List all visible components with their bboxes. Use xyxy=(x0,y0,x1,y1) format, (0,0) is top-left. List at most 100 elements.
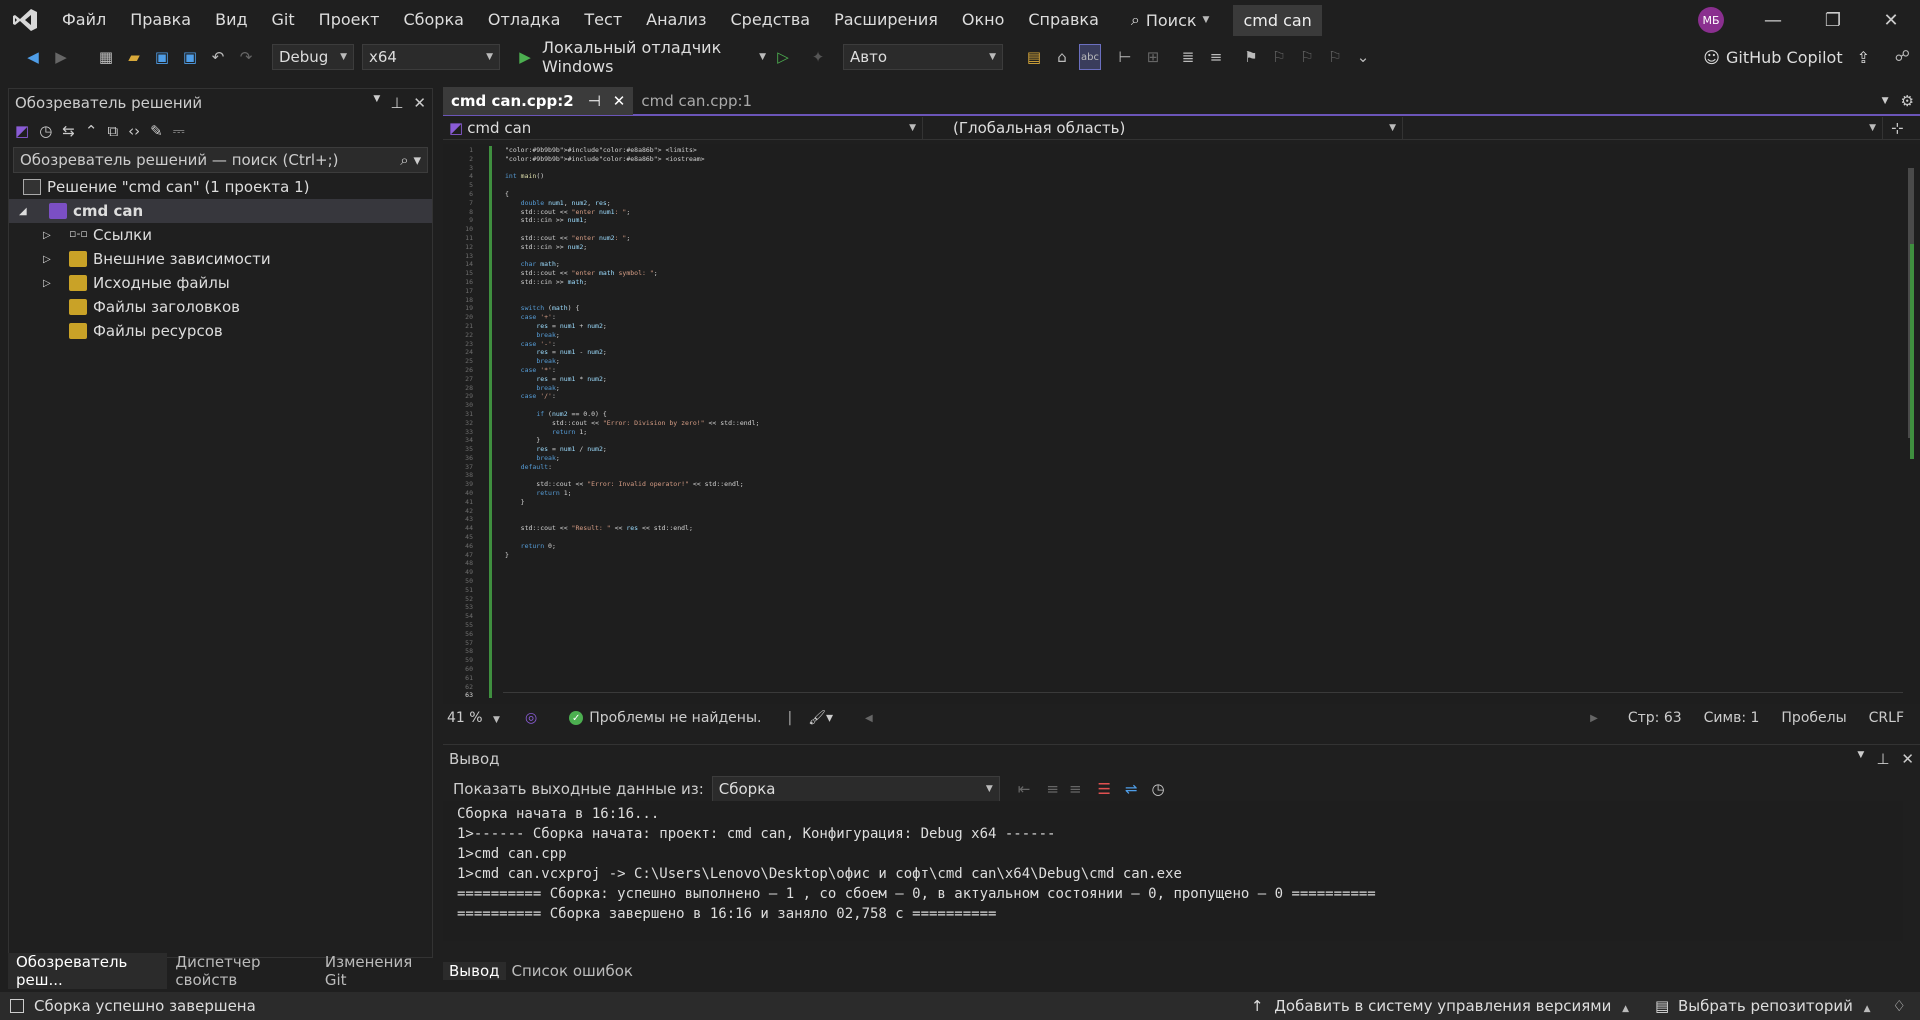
search-button[interactable]: ⌕ Поиск ▼ xyxy=(1119,10,1222,30)
toolbar-overflow-icon[interactable]: ⌄ xyxy=(1352,44,1374,70)
preview-icon[interactable]: ⎓ xyxy=(173,122,185,140)
output-source-select[interactable]: Сборка ▼ xyxy=(711,776,1000,802)
menu-tools[interactable]: Средства xyxy=(718,0,822,40)
vs-switch-views-icon[interactable]: ◩ xyxy=(15,122,29,140)
bookmark-icon[interactable]: ⚑ xyxy=(1240,44,1262,70)
forward-icon[interactable]: ▶ xyxy=(50,44,72,70)
indent-icon[interactable]: ≣ xyxy=(1177,44,1199,70)
tab-cmd-can-cpp-1[interactable]: cmd can.cpp:1 xyxy=(633,87,760,115)
chevron-right-icon[interactable]: ▷ xyxy=(43,230,69,241)
history-icon[interactable]: ◷ xyxy=(39,122,52,140)
tree-item-source-files[interactable]: ▷ Исходные файлы xyxy=(9,271,432,295)
member-nav-dropdown[interactable]: ▼ xyxy=(1403,116,1883,139)
auto-select[interactable]: Авто ▼ xyxy=(843,44,1003,70)
tab-property-manager[interactable]: Диспетчер свойств xyxy=(167,953,317,989)
tree-solution[interactable]: Решение "cmd can" (1 проекта 1) xyxy=(9,175,432,199)
menu-analyze[interactable]: Анализ xyxy=(634,0,718,40)
scroll-right-icon[interactable]: ▶ xyxy=(1590,713,1598,724)
platform-select[interactable]: x64 ▼ xyxy=(362,44,500,70)
menu-view[interactable]: Вид xyxy=(203,0,259,40)
tree-item-header-files[interactable]: Файлы заголовков xyxy=(9,295,432,319)
build-icon[interactable]: ⌂ xyxy=(1051,44,1073,70)
tree-item-resource-files[interactable]: Файлы ресурсов xyxy=(9,319,432,343)
format-icon[interactable]: ⊢ xyxy=(1114,44,1136,70)
settings-icon[interactable]: ⚙ xyxy=(1901,92,1914,110)
redo-icon[interactable]: ↷ xyxy=(235,44,257,70)
save-icon[interactable]: ▣ xyxy=(151,44,173,70)
clear-all-icon[interactable]: ☰ xyxy=(1098,780,1111,798)
start-debugger-button[interactable]: Локальный отладчик Windows ▼ xyxy=(542,38,766,76)
visual-studio-logo-icon[interactable] xyxy=(0,0,50,40)
sync-icon[interactable]: ⇆ xyxy=(62,122,75,140)
next-message-icon[interactable]: ≡ xyxy=(1069,780,1082,798)
whitespace-indicator[interactable]: Пробелы xyxy=(1781,710,1846,726)
tab-cmd-can-cpp-2[interactable]: cmd can.cpp:2 ⊣ ✕ xyxy=(443,87,634,115)
bookmark-clear-icon[interactable]: ⚐ xyxy=(1324,44,1346,70)
code-view-icon[interactable]: ‹› xyxy=(128,122,140,140)
save-all-icon[interactable]: ▣ xyxy=(179,44,201,70)
minimize-button[interactable]: — xyxy=(1750,0,1796,40)
bookmark-prev-icon[interactable]: ⚐ xyxy=(1268,44,1290,70)
code-text[interactable]: "color:#9b9b9b">#include"color:#e8a86b">… xyxy=(505,146,759,559)
tab-solution-explorer[interactable]: Обозреватель реш... xyxy=(8,953,168,989)
tree-item-references[interactable]: ▷ ▫-▫ Ссылки xyxy=(9,223,432,247)
line-indicator[interactable]: Стр: 63 xyxy=(1628,710,1682,726)
chevron-right-icon[interactable]: ▷ xyxy=(43,278,69,289)
tab-output[interactable]: Вывод xyxy=(443,962,506,980)
copilot-button[interactable]: ☺ GitHub Copilot ⇪ xyxy=(1703,40,1870,74)
outdent-icon[interactable]: ≡ xyxy=(1205,44,1227,70)
prev-message-icon[interactable]: ≡ xyxy=(1046,780,1059,798)
configuration-select[interactable]: Debug ▼ xyxy=(272,44,354,70)
start-debug-icon[interactable]: ▶ xyxy=(514,44,536,70)
menu-window[interactable]: Окно xyxy=(950,0,1017,40)
show-all-files-icon[interactable]: ⧉ xyxy=(107,122,118,140)
project-nav-dropdown[interactable]: ◩ cmd can ▼ xyxy=(443,116,923,139)
pin-icon[interactable]: ⊣ xyxy=(588,92,601,110)
share-icon[interactable]: ⇪ xyxy=(1857,48,1870,67)
tab-list-icon[interactable]: ▼ xyxy=(1882,96,1889,106)
expand-icon[interactable]: ◢ xyxy=(19,206,49,217)
intellicode-icon[interactable]: ◎ xyxy=(525,710,537,726)
folder-browse-icon[interactable]: ▤ xyxy=(1023,44,1045,70)
new-project-icon[interactable]: ▦ xyxy=(95,44,117,70)
split-editor-icon[interactable]: ⊹ xyxy=(1891,119,1904,137)
bookmark-next-icon[interactable]: ⚐ xyxy=(1296,44,1318,70)
undo-icon[interactable]: ↶ xyxy=(207,44,229,70)
menu-test[interactable]: Тест xyxy=(572,0,634,40)
add-to-source-control-button[interactable]: ↑ Добавить в систему управления версиями… xyxy=(1251,997,1629,1015)
start-without-debug-icon[interactable]: ▷ xyxy=(772,44,794,70)
select-repository-button[interactable]: ▤ Выбрать репозиторий ▲ xyxy=(1655,997,1871,1015)
pin-icon[interactable]: ⊥ xyxy=(1876,750,1889,768)
vertical-scrollbar[interactable] xyxy=(1904,144,1920,704)
restore-button[interactable]: ❐ xyxy=(1810,0,1856,40)
scroll-left-icon[interactable]: ◀ xyxy=(865,713,873,724)
feedback-icon[interactable]: ☍ xyxy=(1895,47,1910,65)
close-icon[interactable]: ✕ xyxy=(413,94,426,112)
menu-debug[interactable]: Отладка xyxy=(476,0,572,40)
collapse-all-icon[interactable]: ⌃ xyxy=(85,122,98,140)
tab-git-changes[interactable]: Изменения Git xyxy=(317,953,433,989)
split-icon[interactable]: ⊞ xyxy=(1142,44,1164,70)
spellcheck-icon[interactable]: abc xyxy=(1079,44,1101,70)
output-text[interactable]: Сборка начата в 16:16... 1>------ Сборка … xyxy=(443,801,1903,941)
close-icon[interactable]: ✕ xyxy=(613,92,626,110)
tree-item-external-deps[interactable]: ▷ Внешние зависимости xyxy=(9,247,432,271)
menu-build[interactable]: Сборка xyxy=(391,0,475,40)
menu-git[interactable]: Git xyxy=(260,0,307,40)
issues-status[interactable]: Проблемы не найдены. xyxy=(589,710,761,726)
avatar[interactable]: МБ xyxy=(1698,7,1724,33)
tab-error-list[interactable]: Список ошибок xyxy=(506,962,639,980)
zoom-select[interactable]: 41 % ▼ xyxy=(443,710,513,726)
tree-project[interactable]: ◢ cmd can xyxy=(9,199,432,223)
hot-reload-icon[interactable]: ✦ xyxy=(800,44,836,70)
solution-search-input[interactable]: Обозреватель решений — поиск (Ctrl+;) ⌕ … xyxy=(13,147,428,173)
menu-help[interactable]: Справка xyxy=(1016,0,1111,40)
pin-icon[interactable]: ⊥ xyxy=(390,94,403,112)
close-window-button[interactable]: ✕ xyxy=(1868,0,1914,40)
code-editor[interactable]: 1 2 3 4 5 6 7 8 9 10 11 12 13 14 15 16 17 18 19 20 21 22 23 24 2… xyxy=(443,144,1920,704)
scope-nav-dropdown[interactable]: (Глобальная область) ▼ xyxy=(923,116,1403,139)
word-wrap-icon[interactable]: ⇌ xyxy=(1125,780,1138,798)
code-cleanup-icon[interactable]: 🖌▾ xyxy=(808,710,833,726)
back-icon[interactable]: ◀ xyxy=(22,44,44,70)
chevron-down-icon[interactable]: ▼ xyxy=(373,94,380,112)
